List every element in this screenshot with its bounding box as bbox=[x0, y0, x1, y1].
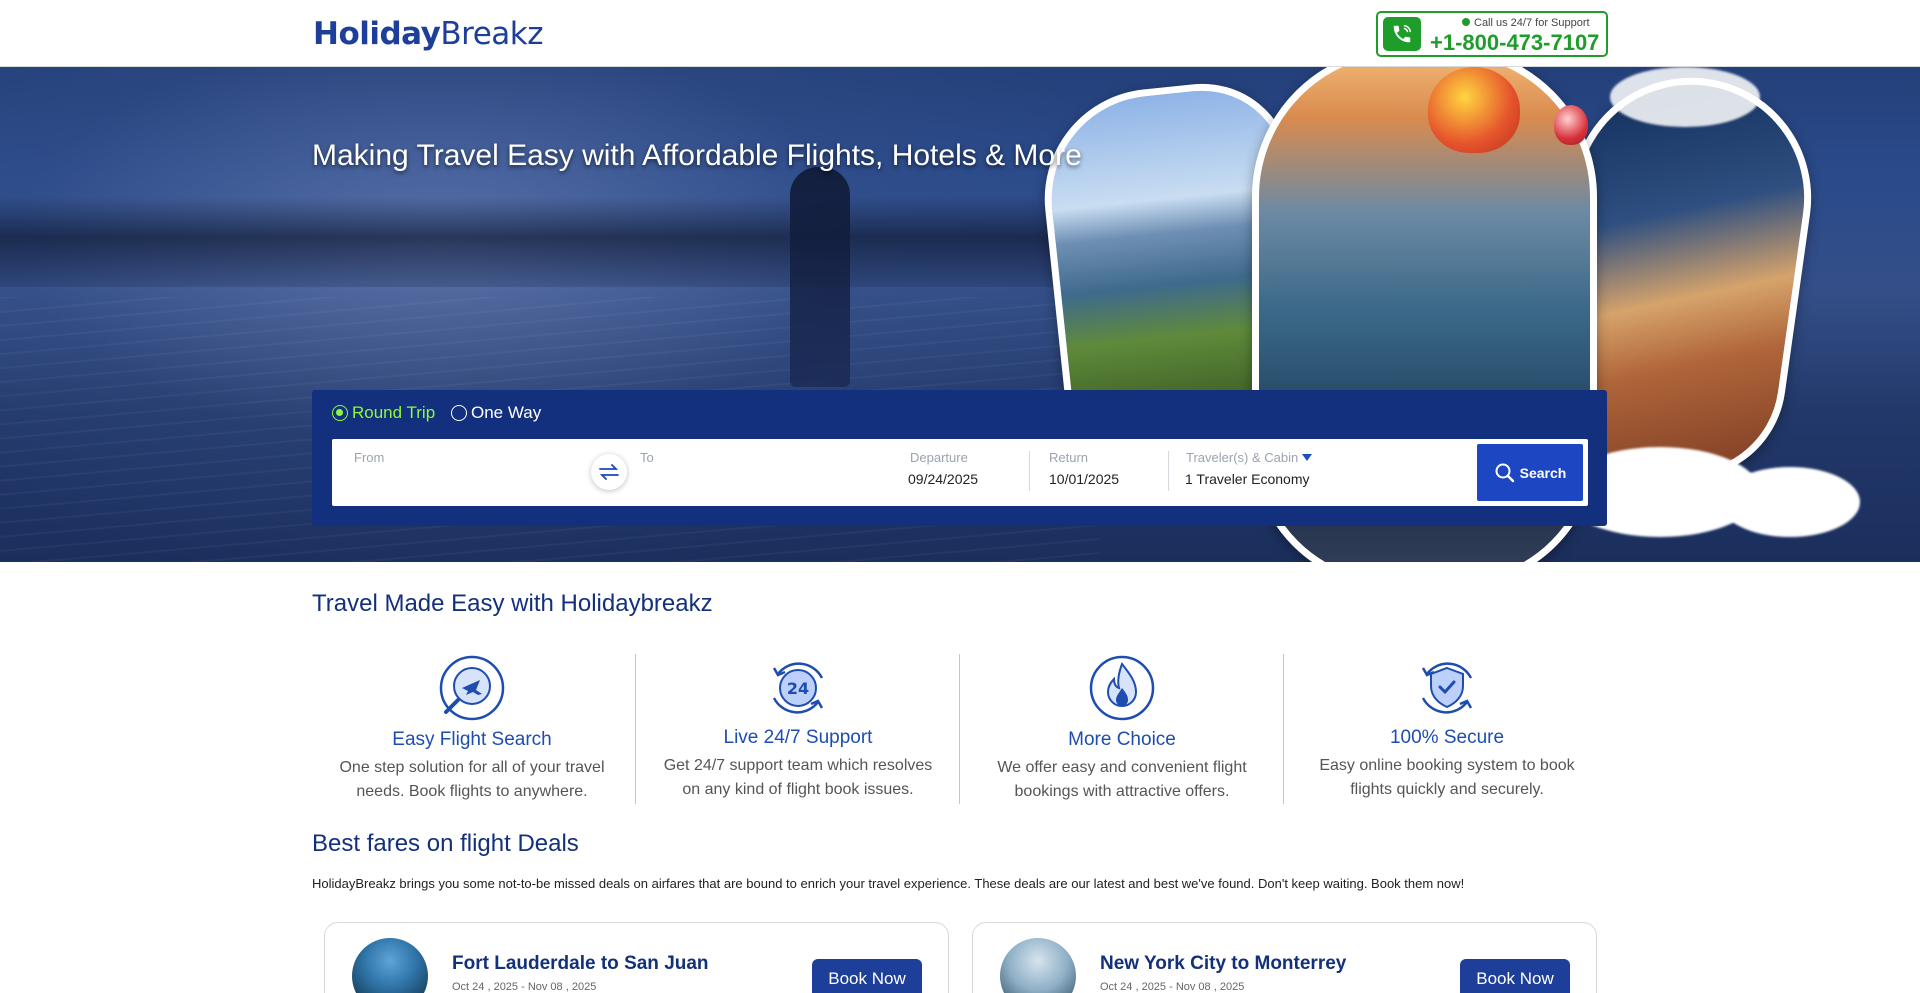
departure-value[interactable]: 09/24/2025 bbox=[908, 471, 978, 487]
return-field[interactable]: Return 10/01/2025 bbox=[1049, 439, 1179, 506]
dropdown-caret-icon bbox=[1302, 454, 1313, 461]
from-field[interactable]: From bbox=[354, 439, 594, 506]
svg-text:24: 24 bbox=[787, 679, 809, 698]
feature-more-choice: More Choice We offer easy and convenient… bbox=[962, 654, 1282, 806]
radio-unchecked-icon bbox=[451, 405, 467, 421]
features-row: Easy Flight Search One step solution for… bbox=[312, 654, 1607, 806]
deal-destination-thumbnail bbox=[1000, 938, 1076, 993]
feature-title: Easy Flight Search bbox=[392, 729, 552, 750]
feature-live-support: 24 Live 24/7 Support Get 24/7 support te… bbox=[638, 654, 958, 806]
feature-divider bbox=[635, 654, 636, 804]
feature-description: Easy online booking system to book fligh… bbox=[1319, 757, 1575, 798]
travelers-cabin-field[interactable]: Traveler(s) & Cabin 1 Traveler Economy bbox=[1185, 439, 1435, 506]
choice-flame-icon bbox=[1089, 655, 1155, 721]
feature-description: We offer easy and convenient flight book… bbox=[997, 759, 1247, 800]
deals-description: HolidayBreakz brings you some not-to-be … bbox=[312, 876, 1465, 891]
round-trip-radio[interactable]: Round Trip bbox=[332, 403, 435, 423]
feature-title: More Choice bbox=[1068, 729, 1176, 750]
logo-text-breakz: Breakz bbox=[440, 16, 543, 52]
hero-rocks bbox=[0, 197, 1100, 287]
radio-checked-icon bbox=[332, 405, 348, 421]
book-now-button[interactable]: Book Now bbox=[812, 959, 922, 993]
feature-description: Get 24/7 support team which resolves on … bbox=[663, 757, 933, 798]
travelers-label: Traveler(s) & Cabin bbox=[1186, 450, 1313, 465]
features-section-title: Travel Made Easy with Holidaybreakz bbox=[312, 590, 713, 617]
deals-section-title: Best fares on flight Deals bbox=[312, 830, 579, 857]
round-trip-label: Round Trip bbox=[352, 403, 436, 422]
feature-description: One step solution for all of your travel… bbox=[339, 759, 605, 800]
hero-title: Making Travel Easy with Affordable Fligh… bbox=[312, 139, 1082, 172]
secure-shield-icon bbox=[1421, 662, 1473, 714]
hot-air-balloon-large bbox=[1428, 67, 1520, 153]
divider bbox=[1029, 451, 1030, 491]
return-value[interactable]: 10/01/2025 bbox=[1049, 471, 1119, 487]
support-24-icon: 24 bbox=[772, 662, 824, 714]
deal-dates: Oct 24 , 2025 - Nov 08 , 2025 bbox=[1100, 981, 1245, 993]
search-button-label: Search bbox=[1519, 464, 1567, 481]
support-label: Call us 24/7 for Support bbox=[1462, 17, 1590, 29]
site-header: HolidayBreakz Call us 24/7 for Support +… bbox=[0, 0, 1920, 67]
book-now-button[interactable]: Book Now bbox=[1460, 959, 1570, 993]
logo-text-holiday: Holiday bbox=[313, 16, 441, 52]
feature-secure: 100% Secure Easy online booking system t… bbox=[1287, 654, 1607, 806]
feature-title: Live 24/7 Support bbox=[723, 727, 873, 748]
to-field[interactable]: To bbox=[640, 439, 880, 506]
travelers-value[interactable]: 1 Traveler Economy bbox=[1185, 471, 1310, 487]
cloud-3 bbox=[1610, 67, 1760, 127]
deal-route: New York City to Monterrey bbox=[1100, 953, 1347, 974]
swap-arrows-icon bbox=[599, 464, 619, 480]
travelers-label-text: Traveler(s) & Cabin bbox=[1186, 450, 1299, 465]
search-icon bbox=[1495, 463, 1514, 482]
feature-divider bbox=[959, 654, 960, 804]
to-label: To bbox=[640, 450, 654, 465]
deal-dates: Oct 24 , 2025 - Nov 08 , 2025 bbox=[452, 981, 597, 993]
search-button[interactable]: Search bbox=[1477, 444, 1583, 501]
support-phone-number[interactable]: +1-800-473-7107 bbox=[1430, 30, 1599, 56]
flight-search-icon bbox=[439, 655, 505, 721]
deal-card[interactable]: New York City to Monterrey Oct 24 , 2025… bbox=[972, 922, 1597, 993]
support-label-text: Call us 24/7 for Support bbox=[1474, 17, 1590, 29]
deal-card[interactable]: Fort Lauderdale to San Juan Oct 24 , 202… bbox=[324, 922, 949, 993]
deal-route: Fort Lauderdale to San Juan bbox=[452, 953, 709, 974]
support-phone-box[interactable]: Call us 24/7 for Support +1-800-473-7107 bbox=[1376, 11, 1608, 57]
online-dot-icon bbox=[1462, 18, 1470, 26]
one-way-radio[interactable]: One Way bbox=[451, 403, 541, 423]
return-label: Return bbox=[1049, 450, 1089, 465]
feature-title: 100% Secure bbox=[1389, 727, 1505, 748]
departure-field[interactable]: Departure 09/24/2025 bbox=[908, 439, 1038, 506]
site-logo[interactable]: HolidayBreakz bbox=[313, 16, 543, 52]
from-label: From bbox=[354, 450, 385, 465]
hot-air-balloon-small bbox=[1554, 105, 1588, 145]
one-way-label: One Way bbox=[471, 403, 542, 422]
deal-destination-thumbnail bbox=[352, 938, 428, 993]
swap-cities-button[interactable] bbox=[591, 454, 627, 490]
flight-search-panel: Round Trip One Way From To Departure 09/… bbox=[312, 390, 1607, 526]
photographer-silhouette bbox=[790, 167, 850, 387]
departure-label: Departure bbox=[910, 450, 968, 465]
phone-icon bbox=[1383, 17, 1421, 51]
divider bbox=[1168, 451, 1169, 491]
feature-divider bbox=[1283, 654, 1284, 804]
cloud-2 bbox=[1720, 467, 1860, 537]
feature-easy-flight-search: Easy Flight Search One step solution for… bbox=[312, 654, 632, 806]
search-bar: From To Departure 09/24/2025 Return 10/0… bbox=[332, 439, 1588, 506]
